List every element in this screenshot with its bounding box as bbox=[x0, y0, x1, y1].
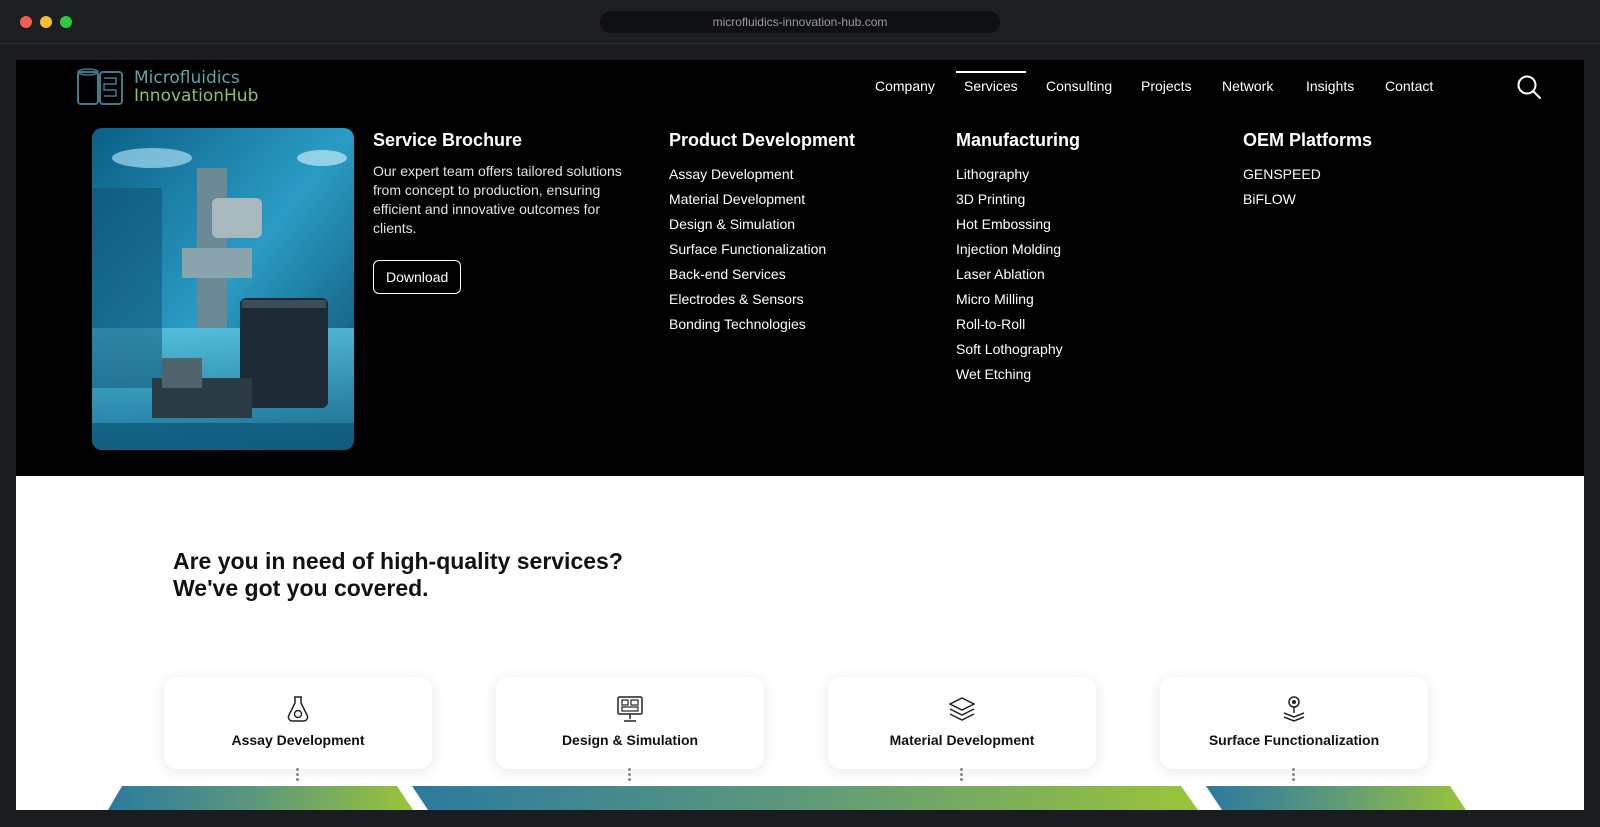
service-card-label: Design & Simulation bbox=[561, 732, 699, 748]
close-window-button[interactable] bbox=[20, 16, 32, 28]
maximize-window-button[interactable] bbox=[60, 16, 72, 28]
browser-chrome: microfluidics-innovation-hub.com bbox=[0, 0, 1600, 44]
service-card-label: Material Development bbox=[889, 732, 1035, 748]
brochure-description: Our expert team offers tailored solution… bbox=[373, 163, 622, 236]
services-mega-menu: Microfluidics InnovationHub Company Serv… bbox=[16, 60, 1584, 476]
menu-item-surface-functionalization[interactable]: Surface Functionalization bbox=[669, 237, 855, 262]
menu-item-soft-lothography[interactable]: Soft Lothography bbox=[956, 337, 1080, 362]
chip-logo-icon bbox=[77, 68, 123, 105]
page-headline: Are you in need of high-quality services… bbox=[173, 548, 623, 601]
service-card-assay-development[interactable]: Assay Development bbox=[164, 677, 432, 769]
monitor-chip-icon bbox=[617, 696, 643, 722]
menu-item-bonding-technologies[interactable]: Bonding Technologies bbox=[669, 312, 855, 337]
product-development-column: Product Development Assay Development Ma… bbox=[669, 128, 855, 337]
logo-line-2: InnovationHub bbox=[134, 86, 259, 106]
menu-item-hot-embossing[interactable]: Hot Embossing bbox=[956, 212, 1080, 237]
menu-item-back-end-services[interactable]: Back-end Services bbox=[669, 262, 855, 287]
menu-item-injection-molding[interactable]: Injection Molding bbox=[956, 237, 1080, 262]
product-development-title: Product Development bbox=[669, 130, 856, 150]
menu-item-wet-etching[interactable]: Wet Etching bbox=[956, 362, 1080, 387]
minimize-window-button[interactable] bbox=[40, 16, 52, 28]
nav-services[interactable]: Services bbox=[956, 71, 1026, 100]
site-logo[interactable]: Microfluidics InnovationHub bbox=[76, 66, 258, 108]
logo-line-1: Microfluidics bbox=[134, 68, 240, 88]
flask-icon bbox=[287, 696, 309, 722]
oem-platforms-column: OEM Platforms GENSPEED BiFLOW bbox=[1243, 128, 1372, 212]
connector-dots bbox=[1292, 768, 1296, 784]
page-viewport: Microfluidics InnovationHub Company Serv… bbox=[16, 60, 1584, 810]
nav-company[interactable]: Company bbox=[875, 72, 935, 100]
menu-item-assay-development[interactable]: Assay Development bbox=[669, 162, 855, 187]
menu-item-micro-milling[interactable]: Micro Milling bbox=[956, 287, 1080, 312]
nav-insights[interactable]: Insights bbox=[1306, 72, 1354, 100]
brochure-column: Service Brochure Our expert team offers … bbox=[373, 128, 633, 294]
surface-pin-icon bbox=[1283, 696, 1305, 722]
layers-icon bbox=[949, 697, 975, 721]
download-brochure-button[interactable]: Download bbox=[373, 260, 462, 294]
menu-item-laser-ablation[interactable]: Laser Ablation bbox=[956, 262, 1080, 287]
manufacturing-title: Manufacturing bbox=[956, 130, 1080, 150]
lab-robot-photo bbox=[92, 128, 354, 450]
service-card-surface-functionalization[interactable]: Surface Functionalization bbox=[1160, 677, 1428, 769]
service-card-material-development[interactable]: Material Development bbox=[828, 677, 1096, 769]
address-bar[interactable]: microfluidics-innovation-hub.com bbox=[600, 11, 1000, 33]
nav-consulting[interactable]: Consulting bbox=[1046, 72, 1112, 100]
menu-item-genspeed[interactable]: GENSPEED bbox=[1243, 162, 1372, 187]
oem-platforms-title: OEM Platforms bbox=[1243, 130, 1373, 150]
search-icon[interactable] bbox=[1516, 74, 1542, 100]
nav-network[interactable]: Network bbox=[1222, 72, 1273, 100]
menu-item-design-simulation[interactable]: Design & Simulation bbox=[669, 212, 855, 237]
menu-item-lithography[interactable]: Lithography bbox=[956, 162, 1080, 187]
nav-contact[interactable]: Contact bbox=[1385, 72, 1433, 100]
menu-item-roll-to-roll[interactable]: Roll-to-Roll bbox=[956, 312, 1080, 337]
gradient-band bbox=[108, 786, 1466, 810]
menu-item-electrodes-sensors[interactable]: Electrodes & Sensors bbox=[669, 287, 855, 312]
service-card-label: Surface Functionalization bbox=[1208, 732, 1380, 748]
manufacturing-column: Manufacturing Lithography 3D Printing Ho… bbox=[956, 128, 1080, 387]
connector-dots bbox=[960, 768, 964, 784]
connector-dots bbox=[628, 768, 632, 784]
menu-item-biflow[interactable]: BiFLOW bbox=[1243, 187, 1372, 212]
connector-dots bbox=[296, 768, 300, 784]
service-card-label: Assay Development bbox=[231, 732, 365, 748]
menu-item-3d-printing[interactable]: 3D Printing bbox=[956, 187, 1080, 212]
brochure-title: Service Brochure bbox=[373, 130, 523, 150]
nav-projects[interactable]: Projects bbox=[1141, 72, 1192, 100]
service-card-design-simulation[interactable]: Design & Simulation bbox=[496, 677, 764, 769]
menu-item-material-development[interactable]: Material Development bbox=[669, 187, 855, 212]
